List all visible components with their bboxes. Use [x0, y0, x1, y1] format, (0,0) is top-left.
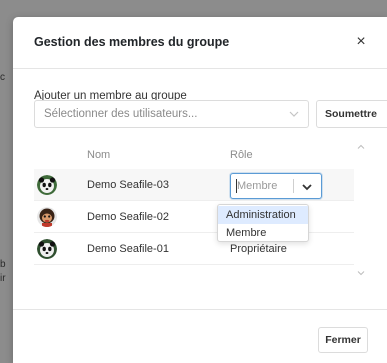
role-option-administration[interactable]: Administration: [218, 206, 308, 224]
member-role: Propriétaire: [230, 243, 287, 255]
dialog-title: Gestion des membres du groupe: [34, 35, 230, 49]
dialog-header: Gestion des membres du groupe ×: [13, 17, 387, 69]
table-scrollbar[interactable]: [356, 141, 366, 283]
column-header-name: Nom: [87, 149, 111, 161]
role-select[interactable]: Membre: [230, 173, 322, 199]
role-dropdown-menu: Administration Membre: [217, 204, 309, 242]
submit-button[interactable]: Soumettre: [316, 100, 387, 128]
member-name: Demo Seafile-02: [87, 211, 169, 223]
scroll-up-icon[interactable]: [357, 143, 365, 151]
column-header-role: Rôle: [230, 149, 253, 161]
panda-avatar-icon: [37, 175, 57, 195]
table-row: Demo Seafile-03 Membre: [34, 169, 354, 201]
dialog-footer: Fermer: [13, 309, 387, 363]
background-text-fragment: b: [0, 259, 6, 270]
select-separator: [293, 179, 294, 193]
panda-avatar-icon: [37, 239, 57, 259]
manage-group-members-dialog: Gestion des membres du groupe × Ajouter …: [13, 17, 387, 363]
chevron-down-icon: [289, 111, 299, 117]
chevron-down-icon[interactable]: [301, 181, 313, 193]
user-select-placeholder: Sélectionner des utilisateurs...: [44, 108, 198, 120]
role-select-value: Membre: [237, 180, 278, 192]
user-select-input[interactable]: Sélectionner des utilisateurs...: [34, 100, 309, 128]
close-icon[interactable]: ×: [354, 33, 368, 51]
background-text-fragment: ir: [0, 273, 6, 284]
close-button[interactable]: Fermer: [318, 327, 368, 353]
role-option-member[interactable]: Membre: [218, 224, 308, 242]
monkey-avatar-icon: [37, 207, 57, 227]
scroll-down-icon[interactable]: [357, 269, 365, 277]
member-name: Demo Seafile-03: [87, 179, 169, 191]
background-text-fragment: c: [0, 72, 5, 83]
members-table: Nom Rôle Demo Seafile-03 Membre Demo Sea…: [34, 141, 370, 281]
member-name: Demo Seafile-01: [87, 243, 169, 255]
